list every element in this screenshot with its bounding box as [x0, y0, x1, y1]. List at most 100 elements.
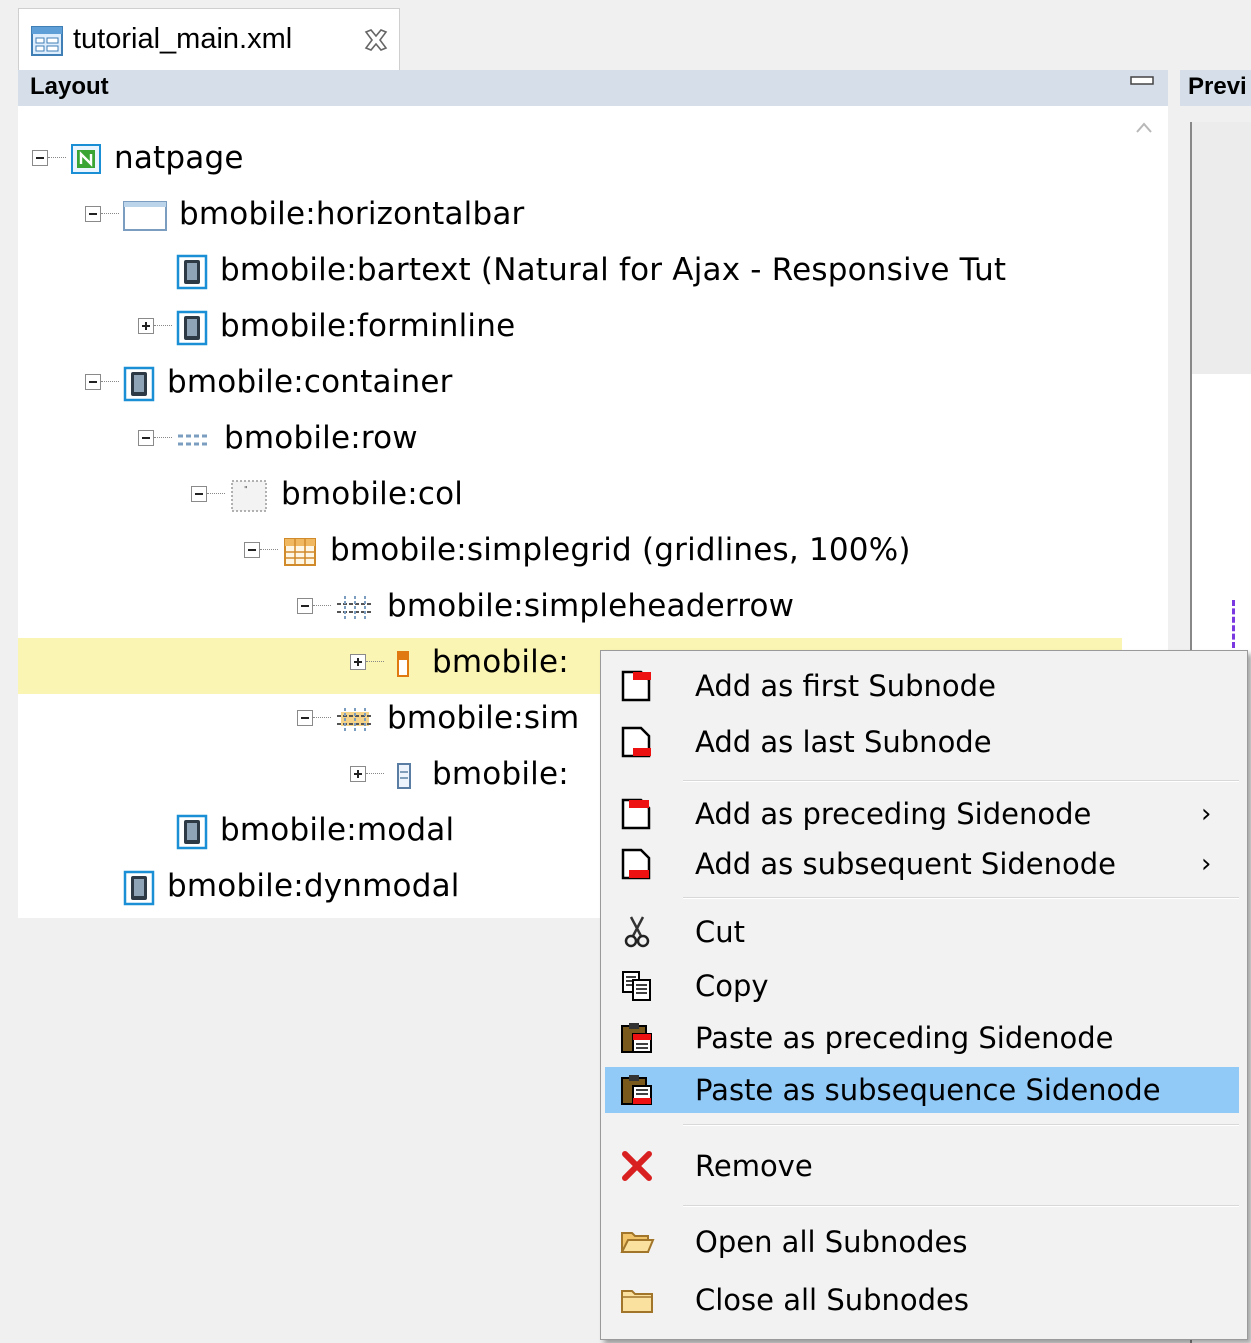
- tree-connector: [260, 549, 278, 550]
- copy-icon: [619, 968, 655, 1004]
- submenu-arrow-icon: ›: [1201, 799, 1212, 829]
- menu-item-open-all-subnodes[interactable]: Open all Subnodes: [605, 1219, 1239, 1265]
- menu-item-label: Add as first Subnode: [695, 669, 996, 703]
- tree-node-label: bmobile:bartext (Natural for Ajax - Resp…: [220, 252, 1007, 288]
- tree-node-label: bmobile:col: [281, 476, 464, 512]
- menu-item-paste-as-subsequence-sidenode[interactable]: Paste as subsequence Sidenode: [605, 1067, 1239, 1113]
- tree-connector: [101, 213, 119, 214]
- expand-icon[interactable]: [350, 766, 366, 782]
- expand-icon[interactable]: [350, 654, 366, 670]
- cell-icon: [388, 758, 420, 794]
- paste-subsequent-icon: [619, 1072, 655, 1108]
- folder-open-icon: [619, 1224, 655, 1260]
- row-icon: [176, 422, 212, 458]
- tree-connector: [366, 661, 384, 662]
- tree-node-label: bmobile:forminline: [220, 308, 516, 344]
- tree-node-label: bmobile:simplegrid (gridlines, 100%): [330, 532, 911, 568]
- xml-layout-file-icon: [31, 26, 63, 56]
- menu-item-label: Remove: [695, 1149, 813, 1183]
- add-first-subnode-icon: [619, 668, 655, 704]
- editor-tab-strip: tutorial_main.xml: [0, 0, 1251, 73]
- preview-header-area: [1192, 122, 1251, 374]
- collapse-icon[interactable]: [85, 206, 101, 222]
- menu-item-cut[interactable]: Cut: [605, 909, 1239, 955]
- menu-separator: [683, 780, 1239, 782]
- menu-item-add-as-preceding-sidenode[interactable]: Add as preceding Sidenode ›: [605, 791, 1239, 837]
- expand-icon[interactable]: [138, 318, 154, 334]
- menu-item-label: Open all Subnodes: [695, 1225, 968, 1259]
- tree-row[interactable]: bmobile:horizontalbar: [18, 190, 1122, 246]
- tree-node-label: bmobile:simpleheaderrow: [387, 588, 795, 624]
- menu-item-label: Close all Subnodes: [695, 1283, 969, 1317]
- collapse-icon[interactable]: [85, 374, 101, 390]
- menu-item-label: Add as subsequent Sidenode: [695, 847, 1116, 881]
- menu-item-add-as-last-subnode[interactable]: Add as last Subnode: [605, 719, 1239, 765]
- tree-row[interactable]: bmobile:simplegrid (gridlines, 100%): [18, 526, 1122, 582]
- menu-item-copy[interactable]: Copy: [605, 963, 1239, 1009]
- tree-row[interactable]: bmobile:container: [18, 358, 1122, 414]
- add-preceding-sidenode-icon: [619, 796, 655, 832]
- menu-item-label: Copy: [695, 969, 769, 1003]
- menu-item-label: Add as last Subnode: [695, 725, 992, 759]
- submenu-arrow-icon: ›: [1201, 849, 1212, 879]
- tree-row[interactable]: " bmobile:col: [18, 470, 1122, 526]
- tree-node-label: bmobile:: [432, 644, 569, 680]
- col-icon: ": [229, 478, 269, 514]
- folder-closed-icon: [619, 1282, 655, 1318]
- horizontalbar-icon: [123, 198, 167, 234]
- minimize-icon[interactable]: [1130, 76, 1154, 86]
- collapse-icon[interactable]: [297, 710, 313, 726]
- tree-connector: [366, 773, 384, 774]
- preview-panel-title: Previ: [1188, 73, 1247, 100]
- collapse-icon[interactable]: [297, 598, 313, 614]
- tree-node-label: natpage: [114, 140, 244, 176]
- tree-row[interactable]: bmobile:simpleheaderrow: [18, 582, 1122, 638]
- simplerow-icon: [335, 702, 375, 738]
- tree-node-label: bmobile:horizontalbar: [179, 196, 525, 232]
- collapse-icon[interactable]: [244, 542, 260, 558]
- phone-icon: [176, 814, 208, 850]
- collapse-icon[interactable]: [138, 430, 154, 446]
- menu-item-remove[interactable]: Remove: [605, 1143, 1239, 1189]
- collapse-icon[interactable]: [32, 150, 48, 166]
- menu-item-label: Add as preceding Sidenode: [695, 797, 1092, 831]
- phone-icon: [123, 870, 155, 906]
- natpage-icon: [70, 142, 102, 178]
- phone-icon: [176, 254, 208, 290]
- paste-preceding-icon: [619, 1020, 655, 1056]
- tree-row[interactable]: natpage: [18, 134, 1122, 190]
- menu-item-label: Paste as preceding Sidenode: [695, 1021, 1114, 1055]
- tree-connector: [313, 717, 331, 718]
- tree-node-label: bmobile:: [432, 756, 569, 792]
- tree-row[interactable]: bmobile:bartext (Natural for Ajax - Resp…: [18, 246, 1122, 302]
- svg-text:": ": [244, 485, 248, 494]
- tree-row[interactable]: bmobile:row: [18, 414, 1122, 470]
- tree-row[interactable]: bmobile:forminline: [18, 302, 1122, 358]
- scissors-icon: [619, 914, 655, 950]
- menu-separator: [683, 897, 1239, 899]
- collapse-icon[interactable]: [191, 486, 207, 502]
- scroll-up-icon[interactable]: [1134, 120, 1154, 136]
- layout-panel-header: Layout: [18, 70, 1168, 106]
- menu-item-close-all-subnodes[interactable]: Close all Subnodes: [605, 1277, 1239, 1323]
- tab-title: tutorial_main.xml: [73, 23, 293, 55]
- menu-item-add-as-first-subnode[interactable]: Add as first Subnode: [605, 663, 1239, 709]
- add-last-subnode-icon: [619, 724, 655, 760]
- tree-connector: [101, 381, 119, 382]
- phone-icon: [123, 366, 155, 402]
- headercell-icon: [388, 646, 420, 682]
- menu-item-paste-as-preceding-sidenode[interactable]: Paste as preceding Sidenode: [605, 1015, 1239, 1061]
- tree-node-label: bmobile:row: [224, 420, 418, 456]
- tree-connector: [154, 437, 172, 438]
- add-subsequent-sidenode-icon: [619, 846, 655, 882]
- menu-separator: [683, 1205, 1239, 1207]
- tab-tutorial-main-xml[interactable]: tutorial_main.xml: [18, 8, 400, 73]
- menu-item-add-as-subsequent-sidenode[interactable]: Add as subsequent Sidenode ›: [605, 841, 1239, 887]
- layout-panel-title: Layout: [30, 73, 109, 100]
- remove-icon: [619, 1148, 655, 1184]
- phone-icon: [176, 310, 208, 346]
- preview-panel-header: Previ: [1180, 70, 1251, 106]
- preview-dashed-guide: [1232, 600, 1235, 648]
- context-menu: Add as first Subnode Add as last Subnode A…: [600, 650, 1248, 1340]
- close-icon[interactable]: [363, 27, 389, 53]
